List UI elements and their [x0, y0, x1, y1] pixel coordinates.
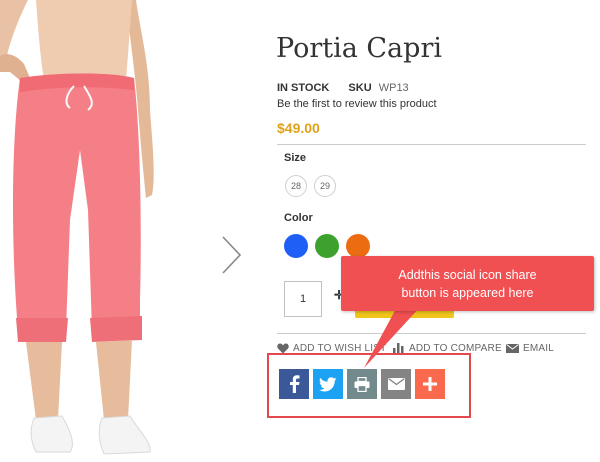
stock-sku-row: IN STOCK SKU WP13: [277, 82, 409, 94]
review-link[interactable]: Be the first to review this product: [277, 98, 437, 110]
product-price: $49.00: [277, 120, 320, 136]
size-label: Size: [284, 152, 307, 164]
product-image: [0, 0, 154, 455]
sku-label: SKU: [348, 82, 372, 94]
quantity-input[interactable]: [284, 281, 322, 317]
stock-status: IN STOCK: [277, 82, 330, 94]
color-swatch-blue[interactable]: [284, 234, 308, 258]
size-option[interactable]: 29: [314, 175, 336, 197]
email-link[interactable]: EMAIL: [506, 343, 554, 354]
divider: [277, 333, 586, 334]
callout-line-1: Addthis social icon share: [398, 268, 537, 282]
product-title: Portia Capri: [276, 33, 442, 64]
callout-line-2: button is appeared here: [401, 286, 534, 300]
share-highlight-box: [267, 353, 471, 418]
sku-value: WP13: [378, 82, 409, 94]
envelope-icon: [506, 344, 519, 353]
color-swatch-orange[interactable]: [346, 234, 370, 258]
next-image-chevron-icon[interactable]: [219, 234, 243, 276]
color-swatch-green[interactable]: [315, 234, 339, 258]
size-option[interactable]: 28: [285, 175, 307, 197]
color-label: Color: [284, 212, 313, 224]
annotation-callout: Addthis social icon share button is appe…: [341, 256, 594, 311]
email-label: EMAIL: [523, 343, 555, 354]
divider: [277, 144, 586, 145]
